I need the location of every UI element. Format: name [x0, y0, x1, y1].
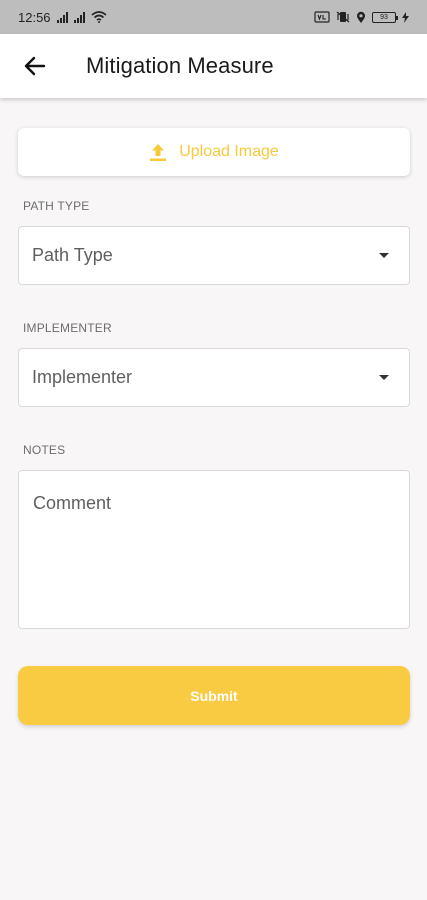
charging-icon	[402, 11, 409, 23]
arrow-left-icon	[24, 56, 46, 76]
status-left: 12:56	[18, 10, 107, 25]
notes-comment-field[interactable]	[18, 470, 410, 629]
page-title: Mitigation Measure	[86, 53, 274, 78]
back-button[interactable]	[18, 49, 52, 83]
chevron-down-icon	[379, 375, 389, 380]
chevron-down-icon	[379, 253, 389, 258]
implementer-value: Implementer	[32, 367, 133, 387]
upload-icon	[150, 144, 167, 161]
upload-image-button[interactable]: Upload Image	[18, 128, 410, 176]
app-bar: Mitigation Measure	[0, 34, 427, 98]
path-type-select[interactable]: Path Type	[18, 226, 410, 285]
path-type-label: PATH TYPE	[23, 199, 90, 213]
upload-image-label: Upload Image	[179, 143, 279, 160]
status-bar: 12:56 93	[0, 0, 427, 34]
path-type-value: Path Type	[32, 245, 113, 265]
volte-icon	[314, 11, 330, 23]
wifi-icon	[91, 11, 107, 23]
notes-label: NOTES	[23, 443, 66, 457]
battery-icon: 93	[372, 11, 398, 23]
status-right: 93	[314, 11, 409, 24]
mute-vibrate-icon	[336, 11, 350, 23]
signal-icon	[73, 11, 85, 23]
signal-icon	[56, 11, 68, 23]
location-icon	[357, 11, 365, 23]
implementer-select[interactable]: Implementer	[18, 348, 410, 407]
status-time: 12:56	[18, 9, 51, 25]
submit-button[interactable]: Submit	[18, 666, 410, 725]
implementer-label: IMPLEMENTER	[23, 321, 112, 335]
